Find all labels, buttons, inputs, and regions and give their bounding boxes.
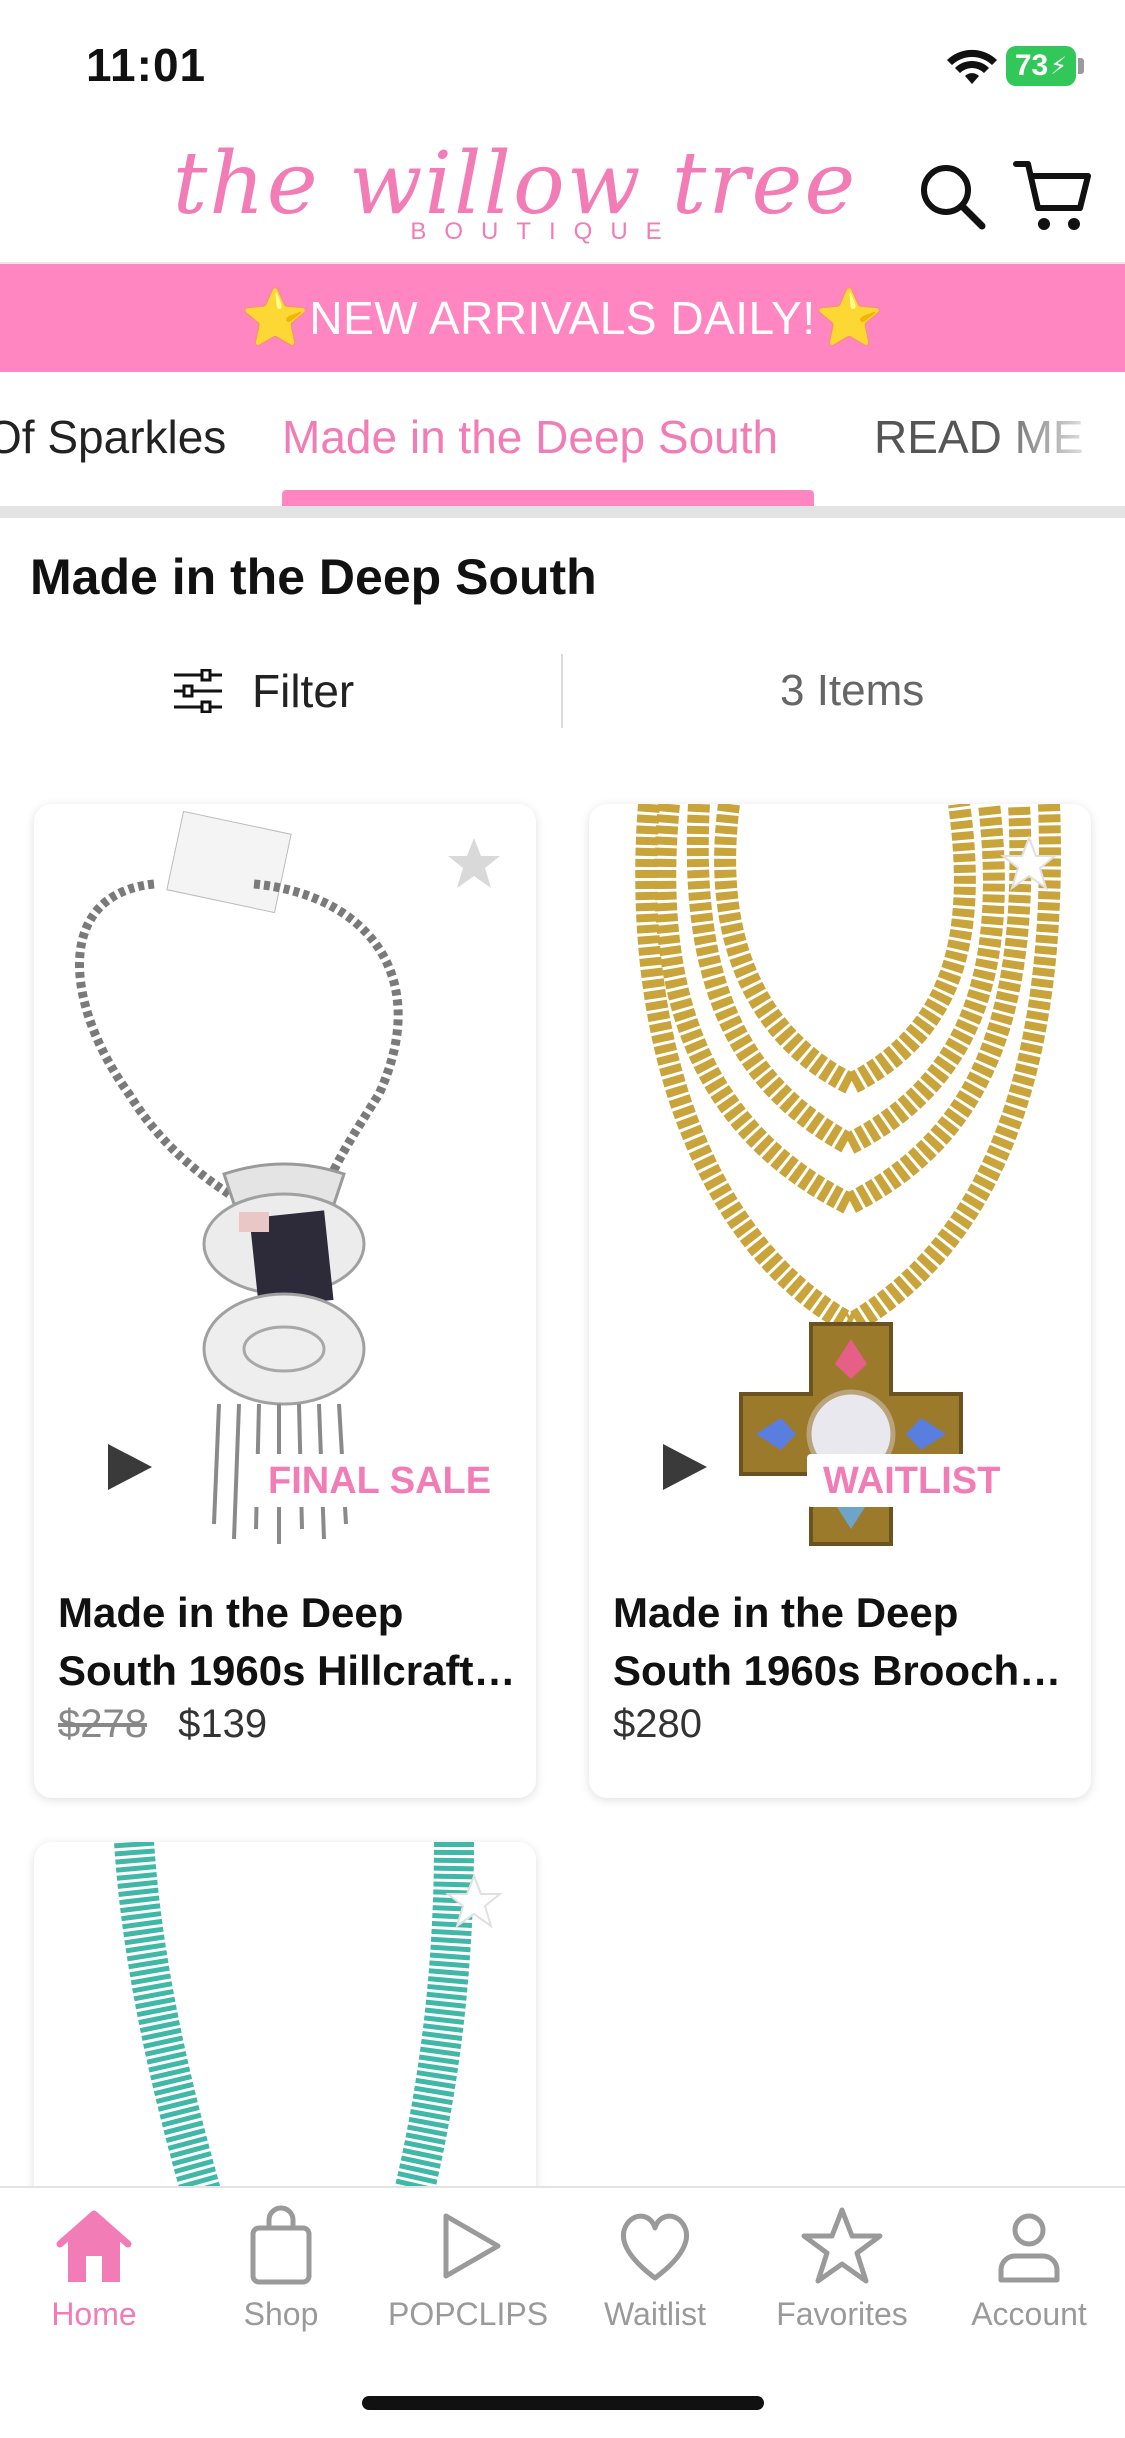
nav-home[interactable]: Home bbox=[4, 2204, 184, 2333]
logo-subtitle: BOUTIQUE bbox=[410, 218, 680, 245]
cart-icon[interactable] bbox=[1012, 156, 1092, 236]
home-icon bbox=[56, 2210, 132, 2282]
active-tab-indicator bbox=[282, 490, 814, 506]
promo-banner[interactable]: ⭐ NEW ARRIVALS DAILY! ⭐ bbox=[0, 264, 1125, 372]
tab-made-in-the-deep-south[interactable]: Made in the Deep South bbox=[282, 410, 778, 464]
price-row: $280 bbox=[613, 1702, 702, 1747]
wifi-icon bbox=[947, 49, 997, 84]
filter-label: Filter bbox=[252, 665, 355, 717]
nav-favorites[interactable]: Favorites bbox=[752, 2204, 932, 2333]
tab-sparkles[interactable]: Of Sparkles bbox=[0, 410, 226, 464]
nav-popclips[interactable]: POPCLIPS bbox=[378, 2204, 558, 2333]
sale-price: $139 bbox=[178, 1702, 268, 1746]
price-row: $278 $139 bbox=[58, 1702, 267, 1747]
product-title[interactable]: Made in the Deep South 1960s Brooch… bbox=[613, 1584, 1075, 1700]
heart-icon bbox=[621, 2213, 689, 2281]
price: $280 bbox=[613, 1702, 702, 1746]
filter-button[interactable]: Filter bbox=[172, 660, 354, 722]
items-count: 3 Items bbox=[780, 666, 925, 715]
status-time: 11:01 bbox=[86, 39, 207, 91]
battery-level: 73 bbox=[1014, 49, 1049, 82]
nav-label: Shop bbox=[243, 2296, 319, 2332]
nav-label: Waitlist bbox=[604, 2296, 706, 2332]
battery-icon: 73 ⚡ bbox=[1006, 46, 1076, 86]
tabs-divider bbox=[0, 506, 1125, 518]
nav-waitlist[interactable]: Waitlist bbox=[565, 2204, 745, 2333]
person-icon bbox=[998, 2213, 1060, 2283]
page-title: Made in the Deep South bbox=[30, 549, 597, 605]
star-icon bbox=[801, 2207, 883, 2284]
nav-label: POPCLIPS bbox=[387, 2296, 549, 2332]
product-card[interactable]: WAITLIST Made in the Deep South 1960s Br… bbox=[589, 804, 1091, 1798]
nav-label: Favorites bbox=[776, 2296, 908, 2332]
star-emoji-icon: ⭐ bbox=[241, 287, 310, 348]
home-indicator[interactable] bbox=[362, 2396, 764, 2410]
product-title[interactable]: Made in the Deep South 1960s Hillcraft… bbox=[58, 1584, 520, 1700]
nav-label: Home bbox=[51, 2296, 137, 2332]
play-icon bbox=[443, 2213, 501, 2279]
shopping-bag-icon bbox=[250, 2205, 312, 2285]
battery-tip bbox=[1078, 58, 1084, 74]
status-badge: WAITLIST bbox=[807, 1454, 1019, 1507]
product-card[interactable]: FINAL SALE Made in the Deep South 1960s … bbox=[34, 804, 536, 1798]
play-video-icon[interactable] bbox=[657, 1440, 711, 1494]
boutique-logo[interactable]: the willow tree BOUTIQUE bbox=[150, 136, 880, 246]
banner-text: NEW ARRIVALS DAILY! bbox=[309, 292, 816, 344]
nav-account[interactable]: Account bbox=[939, 2204, 1119, 2333]
nav-label: Account bbox=[971, 2296, 1087, 2332]
search-icon[interactable] bbox=[916, 160, 988, 232]
favorite-star-icon[interactable] bbox=[999, 834, 1059, 894]
original-price: $278 bbox=[58, 1702, 147, 1746]
tabs-fade-overlay bbox=[990, 372, 1125, 510]
favorite-star-icon[interactable] bbox=[444, 834, 504, 894]
filter-divider bbox=[561, 654, 563, 728]
play-video-icon[interactable] bbox=[102, 1440, 156, 1494]
star-emoji-icon: ⭐ bbox=[815, 287, 884, 348]
favorite-star-icon[interactable] bbox=[444, 1872, 504, 1932]
status-badge: FINAL SALE bbox=[252, 1454, 510, 1507]
filter-sliders-icon bbox=[174, 669, 222, 713]
nav-shop[interactable]: Shop bbox=[191, 2204, 371, 2333]
